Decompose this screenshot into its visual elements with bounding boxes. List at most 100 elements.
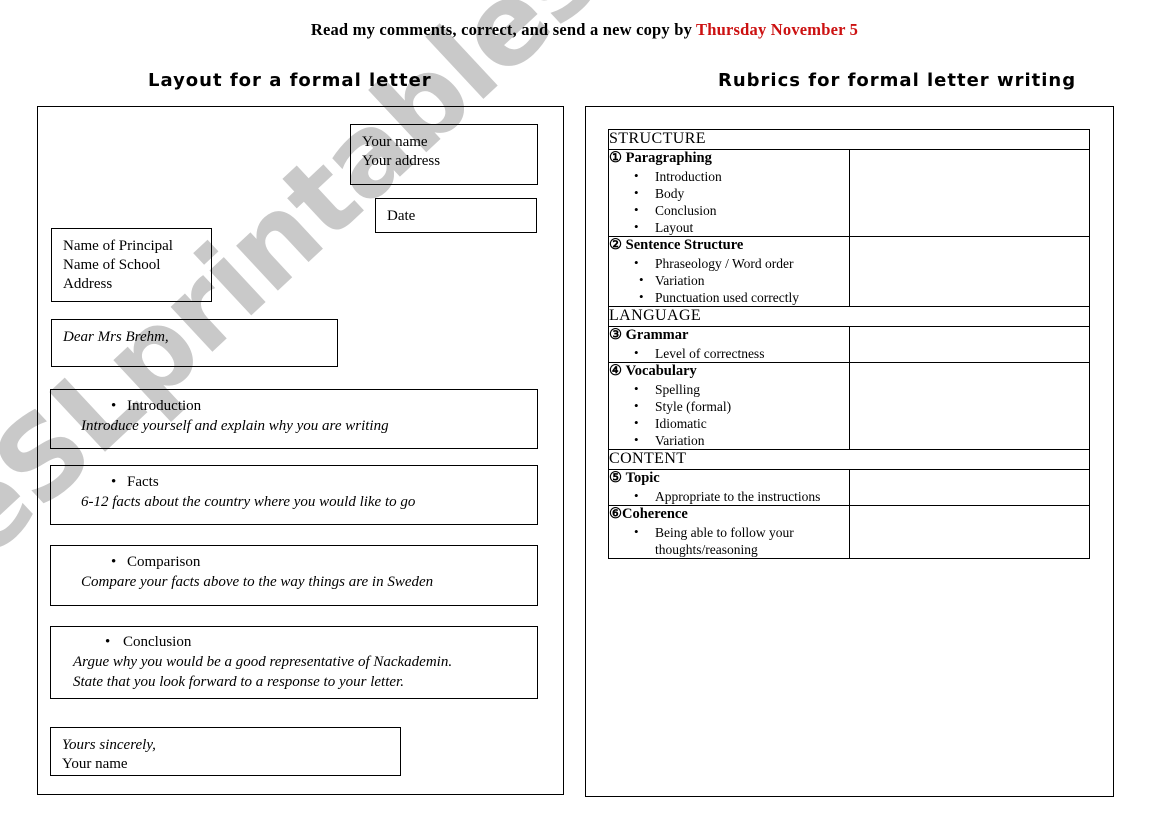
conclusion-description-line-1: Argue why you would be a good representa… xyxy=(73,654,453,670)
bullet-icon: • xyxy=(111,554,117,570)
recipient-address-box: Name of Principal Name of School Address xyxy=(51,228,212,302)
facts-heading-label: Facts xyxy=(127,474,159,490)
list-item: Style (formal) xyxy=(634,397,849,415)
criterion-title-label: Paragraphing xyxy=(625,150,712,166)
table-row: CONTENT xyxy=(608,449,1090,470)
comparison-heading: • Comparison xyxy=(81,553,537,572)
facts-description: 6-12 facts about the country where you w… xyxy=(81,494,416,510)
criterion-vocabulary: ④ Vocabulary Spelling Style (formal) Idi… xyxy=(608,362,850,450)
rubrics-table: STRUCTURE ① Paragraphing Introduction Bo… xyxy=(608,129,1090,559)
conclusion-description-line-2: State that you look forward to a respons… xyxy=(73,674,404,690)
criterion-items: Phraseology / Word order Variation Punct… xyxy=(609,254,849,306)
bullet-icon: • xyxy=(111,398,117,414)
criterion-vocabulary-title: ④ Vocabulary xyxy=(609,363,849,380)
list-item: Variation xyxy=(639,271,849,289)
table-row: ④ Vocabulary Spelling Style (formal) Idi… xyxy=(608,362,1090,450)
right-panel-title: Rubrics for formal letter writing xyxy=(718,70,1077,91)
criterion-number: ② xyxy=(609,237,622,253)
score-cell-topic[interactable] xyxy=(848,469,1090,506)
comparison-description: Compare your facts above to the way thin… xyxy=(81,574,434,590)
list-item: Punctuation used correctly xyxy=(639,288,849,306)
list-item: Introduction xyxy=(634,167,849,185)
table-row: ⑤ Topic Appropriate to the instructions xyxy=(608,469,1090,506)
section-header-content: CONTENT xyxy=(608,449,1090,470)
criterion-title-label: Grammar xyxy=(625,327,689,343)
comparison-section-box: • Comparison Compare your facts above to … xyxy=(50,545,538,606)
salutation-box: Dear Mrs Brehm, xyxy=(51,319,338,367)
score-cell-coherence[interactable] xyxy=(848,505,1090,559)
list-item: Variation xyxy=(634,431,849,449)
table-row: ① Paragraphing Introduction Body Conclus… xyxy=(608,149,1090,237)
facts-section-box: • Facts 6-12 facts about the country wher… xyxy=(50,465,538,525)
criterion-number: ③ xyxy=(609,327,622,343)
sender-address-box: Your name Your address xyxy=(350,124,538,185)
introduction-heading-label: Introduction xyxy=(127,398,202,414)
criterion-paragraphing: ① Paragraphing Introduction Body Conclus… xyxy=(608,149,850,237)
criterion-title-label: Sentence Structure xyxy=(625,237,744,253)
sender-name: Your name xyxy=(362,134,428,150)
list-item: Being able to follow your thoughts/reaso… xyxy=(634,523,815,558)
due-date-text: Thursday November 5 xyxy=(696,20,859,39)
score-cell-paragraphing[interactable] xyxy=(848,149,1090,237)
list-item: Body xyxy=(634,184,849,202)
criterion-number: ① xyxy=(609,150,622,166)
criterion-number: ⑤ xyxy=(609,470,622,486)
left-panel-title: Layout for a formal letter xyxy=(148,70,432,91)
introduction-section-box: • Introduction Introduce yourself and exp… xyxy=(50,389,538,449)
criterion-grammar: ③ Grammar Level of correctness xyxy=(608,326,850,363)
table-row: STRUCTURE xyxy=(608,129,1090,150)
recipient-school: Name of School xyxy=(63,257,161,273)
bullet-icon: • xyxy=(105,634,111,650)
score-cell-sentence-structure[interactable] xyxy=(848,236,1090,307)
criterion-coherence-title: ⑥Coherence xyxy=(609,506,849,523)
date-label: Date xyxy=(387,208,416,224)
date-box: Date xyxy=(375,198,537,233)
criterion-grammar-title: ③ Grammar xyxy=(609,327,849,344)
score-cell-grammar[interactable] xyxy=(848,326,1090,363)
criterion-items: Level of correctness xyxy=(609,344,849,362)
criterion-items: Appropriate to the instructions xyxy=(609,487,849,505)
criterion-items: Introduction Body Conclusion Layout xyxy=(609,167,849,236)
table-row: ② Sentence Structure Phraseology / Word … xyxy=(608,236,1090,307)
table-row: LANGUAGE xyxy=(608,306,1090,327)
instruction-main-text: Read my comments, correct, and send a ne… xyxy=(310,20,697,39)
signature-box: Yours sincerely, Your name xyxy=(50,727,401,776)
list-item: Idiomatic xyxy=(634,414,849,432)
recipient-name: Name of Principal xyxy=(63,238,173,254)
introduction-description: Introduce yourself and explain why you a… xyxy=(81,418,389,434)
criterion-sentence-structure-title: ② Sentence Structure xyxy=(609,237,849,254)
list-item: Level of correctness xyxy=(634,344,849,362)
facts-heading: • Facts xyxy=(81,473,537,492)
conclusion-section-box: • Conclusion Argue why you would be a goo… xyxy=(50,626,538,699)
table-row: ⑥Coherence Being able to follow your tho… xyxy=(608,505,1090,559)
list-item: Spelling xyxy=(634,380,849,398)
section-header-structure: STRUCTURE xyxy=(608,129,1090,150)
criterion-items: Being able to follow your thoughts/reaso… xyxy=(609,523,849,558)
comparison-heading-label: Comparison xyxy=(127,554,201,570)
sender-address: Your address xyxy=(362,153,441,169)
score-cell-vocabulary[interactable] xyxy=(848,362,1090,450)
criterion-number: ④ xyxy=(609,363,622,379)
criterion-title-label: Coherence xyxy=(622,506,688,522)
conclusion-heading: • Conclusion xyxy=(77,633,537,652)
table-row: ③ Grammar Level of correctness xyxy=(608,326,1090,363)
recipient-address: Address xyxy=(63,276,113,292)
signature-name: Your name xyxy=(62,756,128,772)
bullet-icon: • xyxy=(111,474,117,490)
criterion-topic: ⑤ Topic Appropriate to the instructions xyxy=(608,469,850,506)
criterion-paragraphing-title: ① Paragraphing xyxy=(609,150,849,167)
criterion-title-label: Topic xyxy=(625,470,660,486)
list-item: Appropriate to the instructions xyxy=(634,487,849,505)
list-item: Layout xyxy=(634,218,849,236)
criterion-topic-title: ⑤ Topic xyxy=(609,470,849,487)
conclusion-heading-label: Conclusion xyxy=(123,634,192,650)
criterion-title-label: Vocabulary xyxy=(625,363,697,379)
section-header-language: LANGUAGE xyxy=(608,306,1090,327)
criterion-coherence: ⑥Coherence Being able to follow your tho… xyxy=(608,505,850,559)
closing-phrase: Yours sincerely, xyxy=(62,737,156,753)
introduction-heading: • Introduction xyxy=(81,397,537,416)
assignment-instruction: Read my comments, correct, and send a ne… xyxy=(0,20,1169,40)
list-item: Conclusion xyxy=(634,201,849,219)
criterion-number: ⑥ xyxy=(609,506,622,522)
criterion-items: Spelling Style (formal) Idiomatic Variat… xyxy=(609,380,849,449)
